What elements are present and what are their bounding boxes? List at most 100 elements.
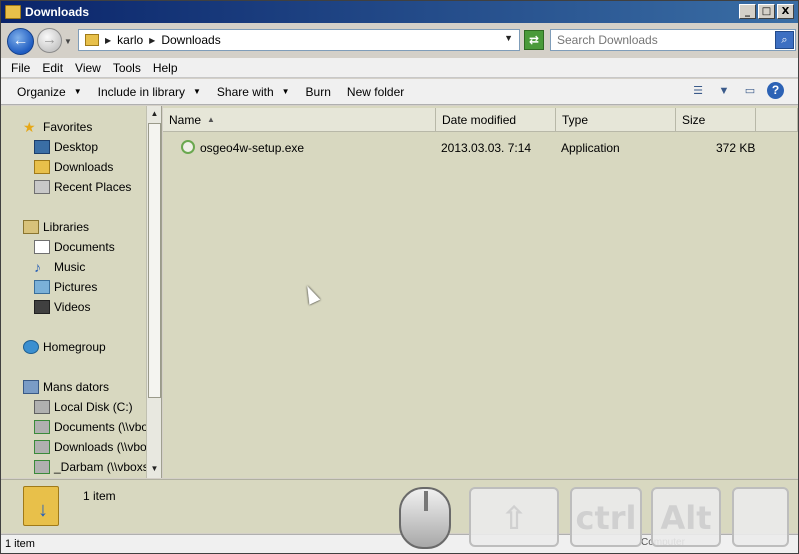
- column-header-size[interactable]: Size: [676, 108, 756, 132]
- search-icon[interactable]: ⌕: [775, 31, 794, 49]
- minimize-button[interactable]: _: [739, 4, 756, 19]
- network-drive-icon: [34, 440, 50, 454]
- alt-key[interactable]: Alt: [651, 487, 721, 547]
- videos-icon: [34, 300, 50, 314]
- nav-scrollbar[interactable]: ▲ ▼: [146, 106, 161, 478]
- downloads-folder-icon: [23, 486, 59, 526]
- file-list: Name ▲ Date modified Type Size osgeo4w-s…: [163, 106, 798, 478]
- nav-item-downloads[interactable]: Downloads: [34, 157, 113, 177]
- downloads-folder-icon: [34, 160, 50, 174]
- window-title: Downloads: [25, 5, 90, 19]
- include-in-library-button[interactable]: Include in library ▼: [90, 85, 209, 99]
- menu-edit[interactable]: Edit: [36, 61, 69, 75]
- view-controls: ☰ ▼ ▭ ?: [689, 82, 784, 99]
- nav-item-label: Downloads (\\vbox: [54, 440, 153, 454]
- recent-places-icon: [34, 180, 50, 194]
- forward-button[interactable]: →: [37, 28, 62, 53]
- chevron-down-icon: ▼: [193, 87, 201, 96]
- file-date: 2013.03.03. 7:14: [441, 141, 532, 155]
- explorer-window: Downloads _ □ X ← → ▼ ▶ karlo ▶ Download…: [0, 0, 799, 554]
- ctrl-key[interactable]: ctrl: [570, 487, 642, 547]
- nav-computer[interactable]: Mans dators: [23, 377, 109, 397]
- navigation-pane: ★ Favorites Desktop Downloads Recent Pla…: [1, 106, 162, 478]
- organize-label: Organize: [17, 84, 66, 99]
- maximize-button[interactable]: □: [758, 4, 775, 19]
- burn-button[interactable]: Burn: [298, 85, 339, 99]
- nav-item-local-disk[interactable]: Local Disk (C:): [34, 397, 133, 417]
- shift-key[interactable]: ⇧: [469, 487, 559, 547]
- file-name: osgeo4w-setup.exe: [200, 141, 305, 155]
- nav-item-recent-places[interactable]: Recent Places: [34, 177, 131, 197]
- address-dropdown-icon[interactable]: ▼: [504, 33, 513, 43]
- menu-bar: File Edit View Tools Help: [1, 58, 798, 78]
- nav-computer-label: Mans dators: [43, 380, 110, 394]
- search-box[interactable]: ⌕: [550, 29, 796, 51]
- nav-homegroup-label: Homegroup: [43, 340, 106, 354]
- back-button[interactable]: ←: [7, 28, 34, 55]
- nav-item-network-downloads[interactable]: Downloads (\\vbox: [34, 437, 153, 457]
- nav-libraries[interactable]: Libraries: [23, 217, 89, 237]
- organize-button[interactable]: Organize ▼: [9, 85, 90, 99]
- nav-item-documents[interactable]: Documents: [34, 237, 115, 257]
- nav-item-label: Pictures: [54, 280, 98, 294]
- search-input[interactable]: [551, 33, 769, 47]
- more-options-chevron-icon[interactable]: ▼: [715, 83, 733, 99]
- menu-file[interactable]: File: [5, 61, 36, 75]
- nav-item-label: Downloads: [54, 160, 114, 174]
- mouse-icon[interactable]: [399, 487, 451, 549]
- nav-item-music[interactable]: ♪ Music: [34, 257, 85, 277]
- column-header-spacer: [756, 108, 798, 132]
- documents-icon: [34, 240, 50, 254]
- breadcrumb-separator-icon[interactable]: ▶: [105, 36, 111, 45]
- command-bar: Organize ▼ Include in library ▼ Share wi…: [1, 79, 798, 105]
- menu-tools[interactable]: Tools: [107, 61, 147, 75]
- network-drive-icon: [34, 460, 50, 474]
- nav-item-videos[interactable]: Videos: [34, 297, 90, 317]
- nav-item-label: _Darbam (\\vboxsr: [54, 460, 153, 474]
- nav-item-network-documents[interactable]: Documents (\\vbox: [34, 417, 154, 437]
- chevron-down-icon: ▼: [281, 87, 290, 96]
- column-header-type[interactable]: Type: [556, 108, 676, 132]
- breadcrumb-karlo[interactable]: karlo: [117, 33, 143, 47]
- scroll-up-icon[interactable]: ▲: [147, 106, 161, 121]
- breadcrumb-separator-icon[interactable]: ▶: [149, 36, 155, 45]
- refresh-button[interactable]: ⇄: [524, 30, 544, 50]
- menu-help[interactable]: Help: [147, 61, 184, 75]
- homegroup-icon: [23, 340, 39, 354]
- nav-homegroup[interactable]: Homegroup: [23, 337, 106, 357]
- scroll-down-icon[interactable]: ▼: [147, 461, 161, 476]
- nav-item-pictures[interactable]: Pictures: [34, 277, 97, 297]
- title-bar[interactable]: Downloads _ □ X: [1, 1, 798, 23]
- nav-favorites[interactable]: ★ Favorites: [23, 117, 92, 137]
- change-view-icon[interactable]: ☰: [689, 83, 707, 99]
- nav-favorites-label: Favorites: [43, 120, 93, 134]
- close-button[interactable]: X: [777, 4, 794, 19]
- preview-pane-icon[interactable]: ▭: [741, 83, 759, 99]
- chevron-down-icon: ▼: [73, 87, 82, 96]
- hard-drive-icon: [34, 400, 50, 414]
- desktop-icon: [34, 140, 50, 154]
- sort-ascending-icon: ▲: [207, 115, 215, 124]
- help-icon[interactable]: ?: [767, 82, 784, 99]
- column-header-name[interactable]: Name ▲: [163, 108, 436, 132]
- address-bar[interactable]: ▶ karlo ▶ Downloads ▼: [78, 29, 520, 51]
- breadcrumb-downloads[interactable]: Downloads: [161, 33, 220, 47]
- column-header-name-label: Name: [169, 112, 202, 127]
- nav-item-desktop[interactable]: Desktop: [34, 137, 98, 157]
- recent-pages-dropdown[interactable]: ▼: [64, 37, 72, 46]
- setup-exe-icon: [181, 140, 195, 154]
- nav-item-label: Documents: [54, 240, 115, 254]
- nav-item-network-darbam[interactable]: _Darbam (\\vboxsr: [34, 457, 153, 477]
- blank-key[interactable]: [732, 487, 789, 547]
- menu-view[interactable]: View: [69, 61, 107, 75]
- pictures-icon: [34, 280, 50, 294]
- details-item-count: 1 item: [83, 489, 116, 503]
- column-header-date[interactable]: Date modified: [436, 108, 556, 132]
- nav-item-label: Documents (\\vbox: [54, 420, 155, 434]
- file-row[interactable]: osgeo4w-setup.exe 2013.03.03. 7:14 Appli…: [163, 137, 798, 159]
- new-folder-button[interactable]: New folder: [339, 85, 412, 99]
- share-with-button[interactable]: Share with ▼: [209, 85, 298, 99]
- folder-icon: [85, 34, 99, 46]
- folder-icon: [5, 5, 21, 19]
- scrollbar-thumb[interactable]: [148, 123, 161, 398]
